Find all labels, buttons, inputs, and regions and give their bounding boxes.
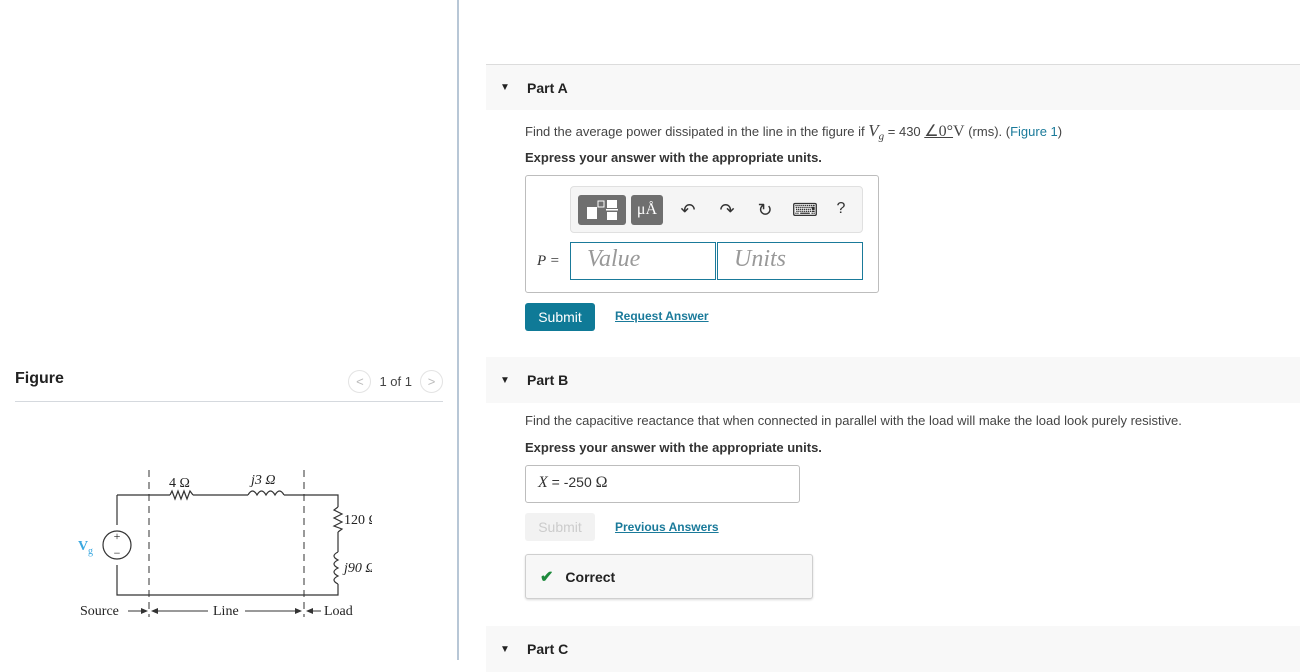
line-resistor [169,489,194,501]
part-a-label: Part A [527,79,568,96]
line-inductor [247,490,285,497]
question-rms: (rms). ( [964,124,1011,139]
figure-pager: < 1 of 1 > [348,370,443,393]
answer-label-text: P = [537,253,560,269]
redo-icon[interactable]: ↷ [716,200,738,221]
var-v: V [868,121,879,140]
figure-link[interactable]: Figure 1 [1010,124,1058,139]
units-input[interactable]: Units [717,242,863,280]
figure-panel: Figure < 1 of 1 > + − V g 4 Ω j3 Ω 120 j… [0,0,458,660]
load-resistance-label: 120 Ω [344,513,372,528]
part-c-label: Part C [527,641,569,657]
reset-icon[interactable]: ↻ [754,200,776,221]
instruction-text: Express your answer with the appropriate… [525,150,822,165]
value-input[interactable]: Value [570,242,716,280]
source-minus: − [114,546,121,560]
load-inductor [333,551,340,585]
next-figure-button[interactable]: > [420,370,443,393]
math-toolbar: μÅ ↶ ↷ ↻ ⌨ ? [570,186,863,233]
section-load-label: Load [324,604,353,619]
answer-value: = -250 [547,474,596,490]
part-c-header[interactable]: ▼ Part C [486,626,1300,672]
units-button[interactable]: μÅ [631,195,663,225]
part-b-label: Part B [527,372,569,388]
panel-divider[interactable] [457,0,459,660]
caret-down-icon: ▼ [500,374,510,386]
templates-icon [587,200,618,220]
load-resistor [332,506,344,533]
request-answer-link[interactable]: Request Answer [615,309,709,323]
line-resistance-label: 4 Ω [169,476,190,491]
part-a-answer-box: μÅ ↶ ↷ ↻ ⌨ ? P = Value Units [525,175,879,293]
source-label: V [78,539,88,554]
checkmark-icon: ✔ [540,568,554,586]
help-icon[interactable]: ? [830,200,852,218]
part-b-answer-display: X = -250 Ω [525,465,800,503]
previous-answers-link[interactable]: Previous Answers [615,520,719,534]
unit-v: V [953,123,965,140]
source-plus: + [114,529,121,543]
part-b-question: Find the capacitive reactance that when … [525,413,1182,428]
answer-label: P = [537,252,560,270]
figure-header: Figure < 1 of 1 > [15,366,443,402]
load-reactance-label: j90 Ω [342,561,372,576]
answer-var: X [538,474,548,491]
feedback-text: Correct [565,568,616,585]
keyboard-icon[interactable]: ⌨ [792,200,818,221]
part-b-submit-button: Submit [525,513,595,541]
part-b-instruction: Express your answer with the appropriate… [525,440,822,455]
phasor-angle: ∠0° [924,123,954,140]
part-a-question: Find the average power dissipated in the… [525,121,1062,143]
templates-button[interactable] [578,195,626,225]
line-reactance-label: j3 Ω [249,473,276,488]
part-b-header[interactable]: ▼ Part B [486,357,1300,403]
caret-down-icon: ▼ [500,82,510,93]
instruction-text: Express your answer with the appropriate… [525,440,822,455]
figure-title: Figure [15,370,64,387]
source-subscript: g [88,546,93,557]
prev-figure-button[interactable]: < [348,370,372,393]
answer-unit: Ω [595,474,608,491]
part-a-header[interactable]: ▼ Part A [486,64,1300,110]
chevron-right-icon: > [427,374,436,389]
section-source-label: Source [80,604,119,619]
close-paren: ) [1057,124,1063,139]
pager-text: 1 of 1 [379,374,412,389]
circuit-wires [116,494,339,596]
part-a-submit-button[interactable]: Submit [525,303,595,331]
question-text: Find the average power dissipated in the… [525,124,869,139]
caret-down-icon: ▼ [500,643,510,655]
undo-icon[interactable]: ↶ [677,200,699,221]
section-line-label: Line [213,604,239,619]
chevron-left-icon: < [356,374,364,389]
feedback-box: ✔ Correct [525,554,813,599]
circuit-diagram: + − V g 4 Ω j3 Ω 120 Ω j90 Ω Source Line… [78,470,372,619]
part-a-instruction: Express your answer with the appropriate… [525,150,822,165]
question-value: = 430 [884,124,925,139]
